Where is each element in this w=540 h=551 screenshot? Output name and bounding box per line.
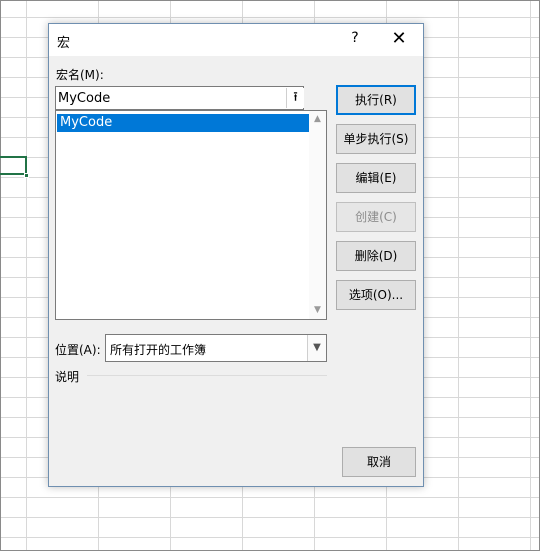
description-label: 说明 xyxy=(55,370,80,384)
step-into-button[interactable]: 单步执行(S) xyxy=(336,124,416,154)
scroll-up-icon[interactable]: ▲ xyxy=(309,111,326,128)
selected-cell[interactable] xyxy=(0,156,27,175)
chevron-down-icon[interactable]: ▼ xyxy=(307,335,326,361)
cancel-button[interactable]: 取消 xyxy=(342,447,416,477)
edit-button[interactable]: 编辑(E) xyxy=(336,163,416,193)
upload-icon[interactable]: ⭱ xyxy=(286,88,304,108)
list-item[interactable]: MyCode xyxy=(57,114,309,132)
location-label: 位置(A): xyxy=(55,343,101,357)
scroll-down-icon[interactable]: ▼ xyxy=(309,302,326,319)
create-button: 创建(C) xyxy=(336,202,416,232)
help-icon[interactable]: ? xyxy=(347,30,363,50)
options-button[interactable]: 选项(O)... xyxy=(336,280,416,310)
location-select[interactable]: 所有打开的工作簿 ▼ xyxy=(105,334,327,362)
location-value: 所有打开的工作簿 xyxy=(110,343,207,357)
description-divider xyxy=(87,375,327,376)
fill-handle[interactable] xyxy=(24,173,29,178)
dialog-titlebar: 宏 ? ✕ xyxy=(49,24,423,56)
macro-name-field[interactable]: ⭱ xyxy=(55,86,304,110)
macro-name-input[interactable] xyxy=(58,89,278,107)
macro-dialog: 宏 ? ✕ 宏名(M): ⭱ MyCode ▲ ▼ 执行(R) 单步执行(S) … xyxy=(48,23,424,487)
close-icon[interactable]: ✕ xyxy=(389,28,409,50)
run-button[interactable]: 执行(R) xyxy=(336,85,416,115)
macro-name-label: 宏名(M): xyxy=(56,68,104,82)
delete-button[interactable]: 删除(D) xyxy=(336,241,416,271)
dialog-title: 宏 xyxy=(57,36,71,51)
macro-list[interactable]: MyCode ▲ ▼ xyxy=(55,110,327,320)
list-scrollbar[interactable]: ▲ ▼ xyxy=(309,111,326,319)
